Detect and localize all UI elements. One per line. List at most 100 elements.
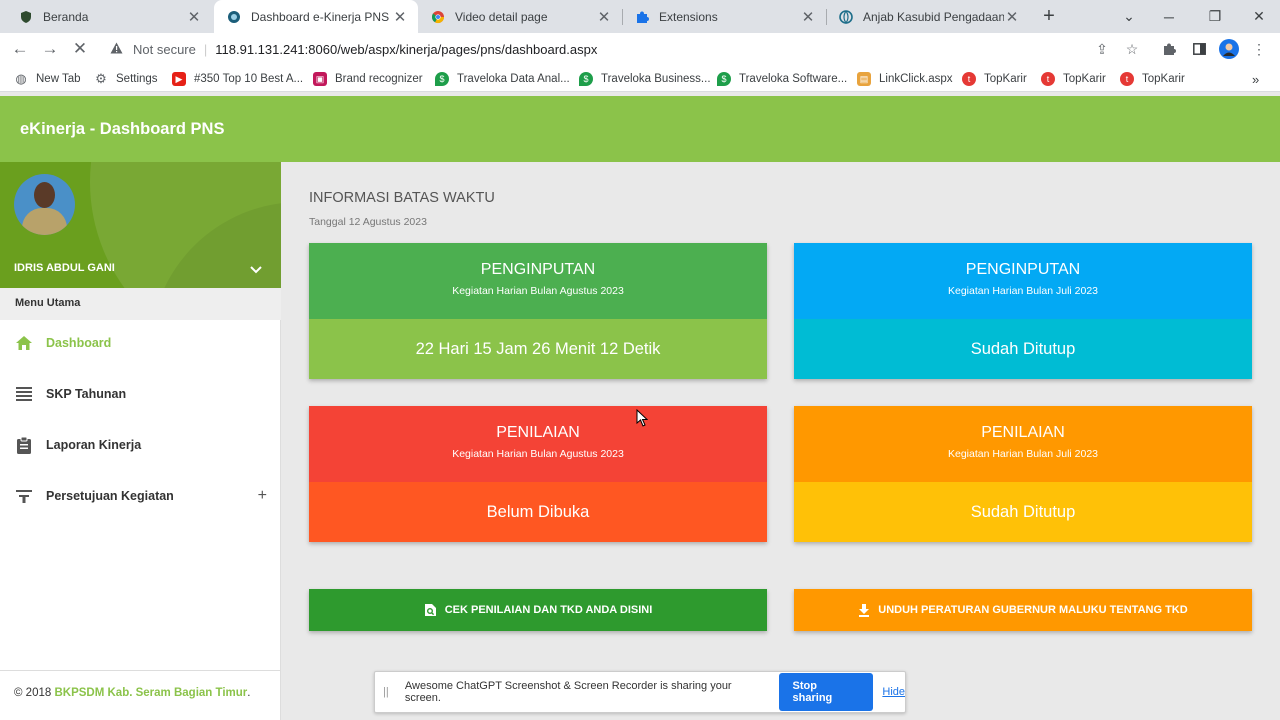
chrome-icon <box>430 9 446 25</box>
deadline-card: PENILAIAN Kegiatan Harian Bulan Juli 202… <box>794 406 1252 542</box>
new-tab-button[interactable]: + <box>1038 4 1060 28</box>
minimize-button[interactable]: ─ <box>1149 0 1189 33</box>
card-header: PENGINPUTAN Kegiatan Harian Bulan Agustu… <box>309 243 767 319</box>
bookmark-item[interactable]: ▶ #350 Top 10 Best A... <box>172 69 303 89</box>
tab-search-icon[interactable]: ⌄ <box>1109 0 1149 33</box>
browser-tab-dashboard[interactable]: Dashboard e-Kinerja PNS ✕ <box>214 0 418 33</box>
close-tab-icon[interactable]: ✕ <box>596 8 612 26</box>
extensions-puzzle-icon[interactable] <box>1157 37 1181 61</box>
tab-title: Extensions <box>659 9 718 24</box>
tab-title: Anjab Kasubid Pengadaan D <box>863 9 1004 24</box>
close-window-button[interactable]: ✕ <box>1239 0 1279 33</box>
card-subtitle: Kegiatan Harian Bulan Agustus 2023 <box>452 285 624 297</box>
bookmark-item[interactable]: t TopKarir <box>962 69 1027 89</box>
bookmarks-bar: ◍ New Tab ⚙ Settings ▶ #350 Top 10 Best A..… <box>0 65 1280 92</box>
warning-icon[interactable] <box>110 42 128 57</box>
bookmark-label: New Tab <box>36 73 81 85</box>
stop-loading-icon[interactable]: ✕ <box>68 37 92 61</box>
close-tab-icon[interactable]: ✕ <box>186 8 202 26</box>
chevron-down-icon[interactable] <box>250 262 262 277</box>
bookmark-item[interactable]: ◍ New Tab <box>14 69 81 89</box>
button-label: UNDUH PERATURAN GUBERNUR MALUKU TENTANG … <box>878 604 1188 616</box>
side-panel-icon[interactable] <box>1187 37 1211 61</box>
sidebar-item-label: SKP Tahunan <box>46 387 127 401</box>
menu-heading: Menu Utama <box>0 288 281 320</box>
bookmark-label: TopKarir <box>1142 73 1185 85</box>
sidebar-item-label: Laporan Kinerja <box>46 438 142 452</box>
sidebar-item-laporan-kinerja[interactable]: Laporan Kinerja <box>0 422 281 468</box>
bookmark-label: Traveloka Data Anal... <box>457 73 570 85</box>
location-icon: $ <box>579 72 593 86</box>
sidebar-item-label: Dashboard <box>46 336 112 350</box>
drag-handle-icon[interactable]: || <box>383 686 399 698</box>
footer-copyright: © 2018 <box>14 687 52 699</box>
card-value: 22 Hari 15 Jam 26 Menit 12 Detik <box>309 319 767 379</box>
download-regulation-button[interactable]: UNDUH PERATURAN GUBERNUR MALUKU TENTANG … <box>794 589 1252 631</box>
bookmark-label: LinkClick.aspx <box>879 73 953 85</box>
bookmark-item[interactable]: t TopKarir <box>1120 69 1185 89</box>
tab-title: Video detail page <box>455 9 548 24</box>
kebab-menu-icon[interactable]: ⋮ <box>1247 37 1271 61</box>
restore-button[interactable]: ❐ <box>1195 0 1235 33</box>
address-bar-row: ← → ✕ Not secure | 118.91.131.241:8060/w… <box>0 33 1280 65</box>
sidebar-item-dashboard[interactable]: Dashboard <box>0 320 281 366</box>
bookmark-item[interactable]: $ Traveloka Software... <box>717 69 847 89</box>
star-icon[interactable]: ☆ <box>1120 37 1144 61</box>
bookmark-item[interactable]: ⚙ Settings <box>94 69 157 89</box>
bookmark-item[interactable]: $ Traveloka Business... <box>579 69 711 89</box>
list-icon <box>14 384 34 404</box>
address-bar[interactable]: Not secure | 118.91.131.241:8060/web/asp… <box>100 36 1150 62</box>
share-icon[interactable]: ⇪ <box>1090 37 1114 61</box>
card-value: Sudah Ditutup <box>794 482 1252 542</box>
more-bookmarks-icon[interactable]: » <box>1252 69 1259 89</box>
tab-title: Dashboard e-Kinerja PNS <box>251 9 390 24</box>
home-icon <box>14 333 34 353</box>
date-text: Tanggal 12 Agustus 2023 <box>309 216 427 228</box>
bookmark-label: Traveloka Software... <box>739 73 848 85</box>
card-title: PENGINPUTAN <box>480 261 596 278</box>
profile-avatar-icon[interactable] <box>1217 37 1241 61</box>
card-title: PENGINPUTAN <box>965 261 1081 278</box>
sidebar-item-label: Persetujuan Kegiatan <box>46 489 174 503</box>
button-label: CEK PENILAIAN DAN TKD ANDA DISINI <box>444 604 653 616</box>
app-title[interactable]: eKinerja - Dashboard PNS <box>20 120 224 139</box>
sidebar-item-persetujuan-kegiatan[interactable]: Persetujuan Kegiatan + <box>0 473 281 519</box>
browser-tab-beranda[interactable]: Beranda ✕ <box>6 0 212 33</box>
topkarir-icon: t <box>962 72 976 86</box>
tab-title: Beranda <box>43 9 89 24</box>
bookmark-item[interactable]: ▤ LinkClick.aspx <box>857 69 953 89</box>
sidebar-item-skp-tahunan[interactable]: SKP Tahunan <box>0 371 281 417</box>
footer-org-link[interactable]: BKPSDM Kab. Seram Bagian Timur <box>54 687 247 699</box>
browser-tab-video[interactable]: Video detail page ✕ <box>418 0 622 33</box>
footer-suffix: . <box>247 687 251 699</box>
forward-arrow-icon[interactable]: → <box>38 37 62 61</box>
location-icon: $ <box>435 72 449 86</box>
youtube-icon: ▶ <box>172 72 186 86</box>
back-arrow-icon[interactable]: ← <box>8 37 32 61</box>
close-tab-icon[interactable]: ✕ <box>800 8 816 26</box>
screen-share-bar: || Awesome ChatGPT Screenshot & Screen R… <box>374 671 906 713</box>
url-text[interactable]: 118.91.131.241:8060/web/aspx/kinerja/pag… <box>215 42 597 57</box>
sidebar-footer: © 2018 BKPSDM Kab. Seram Bagian Timur. <box>0 670 281 720</box>
card-subtitle: Kegiatan Harian Bulan Juli 2023 <box>947 448 1099 460</box>
browser-tab-strip: Beranda ✕ Dashboard e-Kinerja PNS ✕ Vide… <box>0 0 1280 33</box>
sidebar: IDRIS ABDUL GANI Menu Utama Dashboard SK… <box>0 162 281 720</box>
expand-plus-icon[interactable]: + <box>258 487 267 505</box>
section-title: INFORMASI BATAS WAKTU <box>309 190 495 206</box>
shield-icon <box>18 9 34 25</box>
deadline-card: PENILAIAN Kegiatan Harian Bulan Agustus … <box>309 406 767 542</box>
browser-tab-extensions[interactable]: Extensions ✕ <box>622 0 826 33</box>
bookmark-label: Brand recognizer <box>335 73 423 85</box>
bookmark-item[interactable]: t TopKarir <box>1041 69 1106 89</box>
mouse-cursor-icon <box>636 409 648 427</box>
card-title: PENILAIAN <box>496 424 580 441</box>
close-tab-icon[interactable]: ✕ <box>1004 8 1020 26</box>
bookmark-item[interactable]: $ Traveloka Data Anal... <box>435 69 570 89</box>
security-label[interactable]: Not secure <box>133 42 196 57</box>
close-tab-icon[interactable]: ✕ <box>392 8 408 26</box>
check-assessment-button[interactable]: CEK PENILAIAN DAN TKD ANDA DISINI <box>309 589 767 631</box>
bookmark-item[interactable]: ▣ Brand recognizer <box>313 69 423 89</box>
browser-tab-anjab[interactable]: Anjab Kasubid Pengadaan D ✕ <box>826 0 1030 33</box>
hide-link[interactable]: Hide <box>882 686 905 698</box>
stop-sharing-button[interactable]: Stop sharing <box>778 673 874 711</box>
